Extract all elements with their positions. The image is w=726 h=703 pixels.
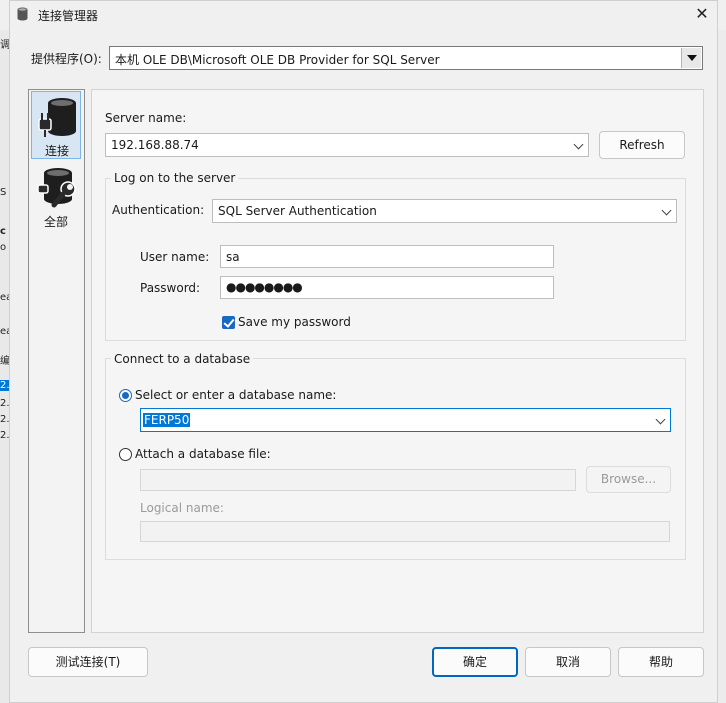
database-plug-icon	[38, 98, 76, 137]
server-name-label: Server name:	[105, 111, 187, 125]
refresh-button[interactable]: Refresh	[599, 131, 685, 159]
background-app-edge: 调 S c o ea ea 编 2. 2. 2. 2.	[0, 30, 12, 703]
authentication-select[interactable]: SQL Server Authentication	[212, 199, 677, 223]
database-wrench-icon	[37, 168, 76, 208]
test-connection-button[interactable]: 测试连接(T)	[28, 647, 148, 677]
logon-group-title: Log on to the server	[111, 171, 239, 185]
sidebar-item-connection[interactable]: 连接	[31, 91, 81, 159]
provider-select[interactable]: 本机 OLE DB\Microsoft OLE DB Provider for …	[109, 46, 703, 70]
authentication-label: Authentication:	[112, 203, 205, 217]
server-name-combo[interactable]: 192.168.88.74	[105, 133, 589, 157]
select-database-radio[interactable]	[119, 389, 132, 402]
authentication-value: SQL Server Authentication	[218, 204, 377, 218]
database-icon	[17, 7, 28, 21]
server-name-value: 192.168.88.74	[111, 138, 199, 152]
sidebar-item-label: 全部	[43, 215, 68, 229]
database-name-combo[interactable]: FERP50	[140, 408, 671, 432]
save-password-checkbox[interactable]	[222, 316, 235, 329]
window-title: 连接管理器	[38, 9, 99, 23]
bg-text: c	[0, 226, 6, 237]
attach-file-input[interactable]	[140, 469, 576, 491]
chevron-down-icon[interactable]	[661, 205, 672, 216]
logical-name-label: Logical name:	[140, 501, 224, 515]
ok-button[interactable]: 确定	[432, 647, 518, 677]
help-button[interactable]: 帮助	[618, 647, 704, 677]
bg-text: o	[0, 242, 7, 253]
user-name-label: User name:	[140, 250, 210, 264]
database-group-title: Connect to a database	[111, 352, 254, 366]
logical-name-input[interactable]	[140, 521, 670, 542]
password-label: Password:	[140, 281, 201, 295]
password-input[interactable]: ●●●●●●●●	[220, 276, 554, 299]
dropdown-arrow-icon[interactable]	[681, 48, 701, 68]
select-database-label[interactable]: Select or enter a database name:	[135, 388, 336, 402]
database-name-value: FERP50	[143, 413, 191, 427]
chevron-down-icon[interactable]	[573, 139, 584, 150]
attach-database-label[interactable]: Attach a database file:	[135, 447, 271, 461]
close-button[interactable]: ✕	[693, 5, 711, 23]
provider-label: 提供程序(O):	[31, 52, 102, 66]
password-value: ●●●●●●●●	[226, 280, 303, 294]
background-app-edge-right	[717, 30, 726, 703]
user-name-value: sa	[226, 250, 240, 264]
attach-database-radio[interactable]	[119, 448, 132, 461]
sidebar-item-all[interactable]: 全部	[31, 163, 81, 231]
sidebar-item-label: 连接	[44, 144, 69, 158]
cancel-button[interactable]: 取消	[525, 647, 611, 677]
bg-text: S	[0, 187, 7, 198]
save-password-label[interactable]: Save my password	[238, 315, 351, 329]
user-name-input[interactable]: sa	[220, 245, 554, 268]
browse-button[interactable]: Browse...	[586, 466, 671, 493]
provider-value: 本机 OLE DB\Microsoft OLE DB Provider for …	[115, 53, 440, 67]
chevron-down-icon[interactable]	[655, 414, 666, 425]
